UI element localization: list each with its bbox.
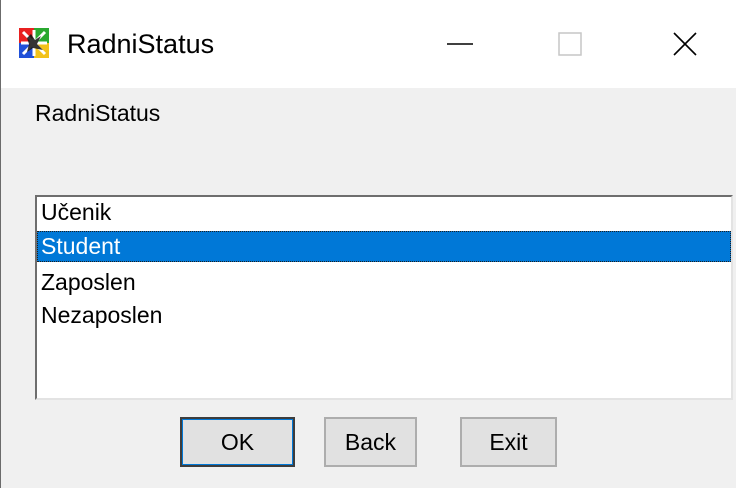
- radnistatus-window: RadniStatus RadniStatus Učenik Student Z…: [0, 0, 736, 488]
- title-bar[interactable]: RadniStatus: [1, 0, 736, 88]
- app-icon: [19, 28, 49, 58]
- exit-button[interactable]: Exit: [460, 417, 557, 467]
- window-title: RadniStatus: [67, 29, 215, 59]
- close-icon: [673, 32, 697, 56]
- status-listbox[interactable]: Učenik Student Zaposlen Nezaposlen: [35, 195, 733, 400]
- maximize-button[interactable]: [538, 20, 602, 68]
- maximize-icon: [558, 32, 582, 56]
- list-item-zaposlen[interactable]: Zaposlen: [37, 267, 731, 298]
- minimize-button[interactable]: [428, 20, 492, 68]
- close-button[interactable]: [653, 20, 717, 68]
- list-item-student[interactable]: Student: [37, 231, 731, 262]
- minimize-icon: [447, 43, 473, 45]
- ok-button[interactable]: OK: [180, 417, 295, 467]
- back-button[interactable]: Back: [324, 417, 417, 467]
- list-item-nezaposlen[interactable]: Nezaposlen: [37, 300, 731, 331]
- form-label: RadniStatus: [35, 100, 161, 126]
- list-item-ucenik[interactable]: Učenik: [37, 197, 731, 228]
